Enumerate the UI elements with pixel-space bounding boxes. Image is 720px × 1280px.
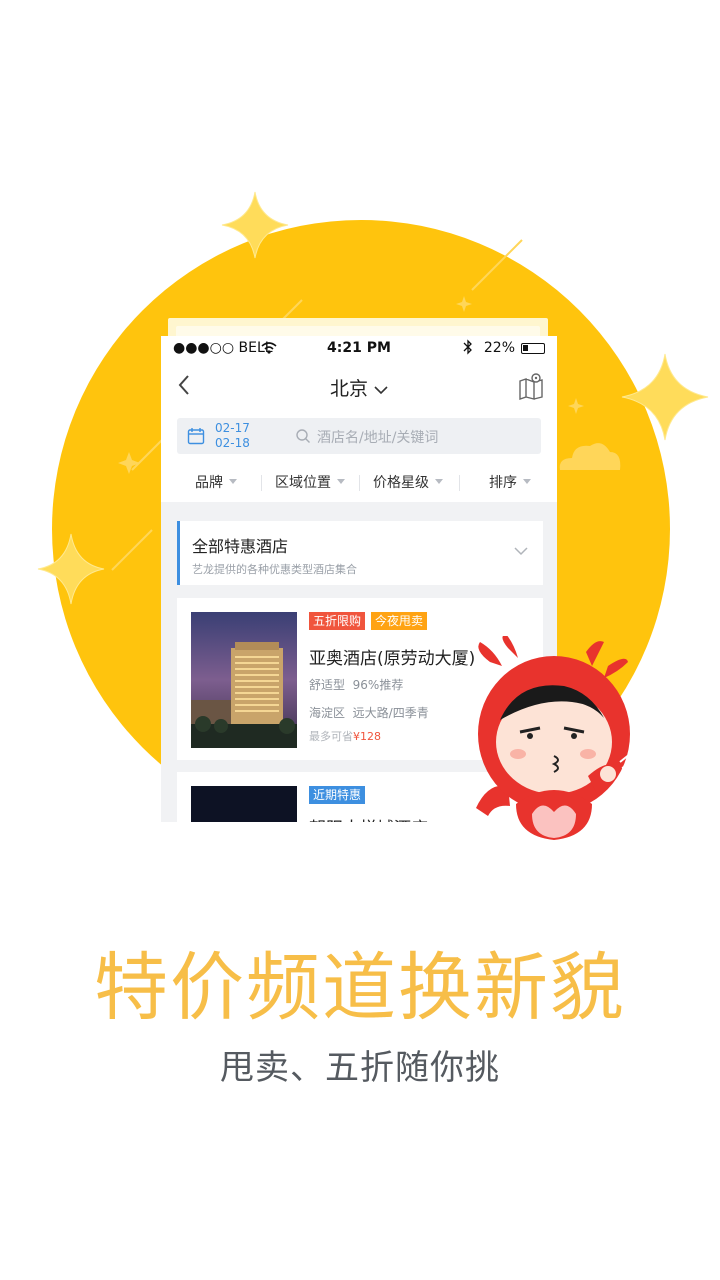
search-icon — [296, 429, 310, 443]
hotel-savings: 最多可省¥128 — [309, 728, 381, 744]
subheadline: 甩卖、五折随你挑 — [220, 1048, 500, 1088]
filter-bar: 品牌 区域位置 价格星级 排序 — [161, 462, 557, 502]
tag-half-price: 五折限购 — [309, 612, 366, 630]
divider — [261, 475, 262, 491]
sparkle-icon — [221, 191, 289, 259]
nav-bar: 北京 — [161, 362, 557, 410]
tag-tonight-sale: 今夜甩卖 — [371, 612, 428, 630]
filter-brand[interactable]: 品牌 — [195, 472, 237, 492]
filter-price-star[interactable]: 价格星级 — [373, 472, 443, 492]
bluetooth-icon — [463, 339, 472, 355]
battery-icon — [521, 343, 545, 354]
hotel-location: 海淀区 远大路/四季青 — [309, 704, 429, 721]
dragon-mascot — [476, 636, 635, 840]
caret-down-icon — [229, 479, 237, 484]
city-selector[interactable]: 北京 — [161, 374, 557, 401]
promo-screen: ●●●○○ BELL 4:21 PM 22% 北京 02-17 02-18 酒店… — [0, 0, 720, 1280]
date-range[interactable]: 02-17 02-18 — [215, 421, 250, 451]
savings-amount: ¥128 — [353, 730, 381, 743]
banner-subtitle: 艺龙提供的各种优惠类型酒店集合 — [192, 563, 357, 576]
filter-label: 排序 — [489, 475, 517, 491]
caret-down-icon — [523, 479, 531, 484]
caret-down-icon — [337, 479, 345, 484]
hotel-name: 亚奥酒店(原劳动大厦) — [309, 649, 476, 669]
all-deals-banner[interactable]: 全部特惠酒店 艺龙提供的各种优惠类型酒店集合 — [177, 521, 543, 585]
map-pin-icon[interactable] — [517, 372, 545, 400]
filter-sort[interactable]: 排序 — [489, 472, 531, 492]
filter-label: 品牌 — [195, 475, 223, 491]
caret-down-icon — [435, 479, 443, 484]
checkout-date: 02-18 — [215, 436, 250, 450]
banner-title: 全部特惠酒店 — [192, 537, 289, 556]
sparkle-icon — [621, 353, 709, 441]
filter-label: 价格星级 — [373, 475, 429, 491]
search-bar[interactable]: 02-17 02-18 酒店名/地址/关键词 — [177, 418, 541, 454]
calendar-icon[interactable] — [187, 427, 205, 445]
savings-label: 最多可省 — [309, 730, 353, 743]
headline: 特价频道换新貌 — [94, 945, 626, 1031]
divider — [459, 475, 460, 491]
hotel-recommend: 96%推荐 — [352, 678, 404, 692]
search-input[interactable]: 酒店名/地址/关键词 — [317, 427, 438, 447]
city-label: 北京 — [329, 378, 368, 400]
checkin-date: 02-17 — [215, 421, 250, 435]
status-bar: ●●●○○ BELL 4:21 PM 22% — [161, 336, 557, 362]
hotel-photo — [191, 612, 297, 748]
hotel-type-rating: 舒适型 96%推荐 — [309, 676, 403, 693]
hotel-photo — [191, 786, 297, 822]
divider — [359, 475, 360, 491]
search-section: 02-17 02-18 酒店名/地址/关键词 — [161, 410, 557, 462]
battery-percent: 22% — [483, 340, 515, 356]
cloud-icon — [559, 443, 621, 470]
hotel-name: 朝阳大悦城酒店 — [309, 814, 428, 822]
chevron-down-icon — [374, 386, 388, 395]
hotel-district: 海淀区 — [309, 706, 346, 720]
filter-label: 区域位置 — [275, 475, 331, 491]
filter-location[interactable]: 区域位置 — [275, 472, 345, 492]
chevron-down-icon — [514, 547, 528, 556]
hotel-area: 远大路/四季青 — [352, 706, 429, 720]
hotel-type: 舒适型 — [309, 678, 346, 692]
tag-recent-deal: 近期特惠 — [309, 786, 366, 804]
sparkle-icon — [37, 533, 105, 605]
